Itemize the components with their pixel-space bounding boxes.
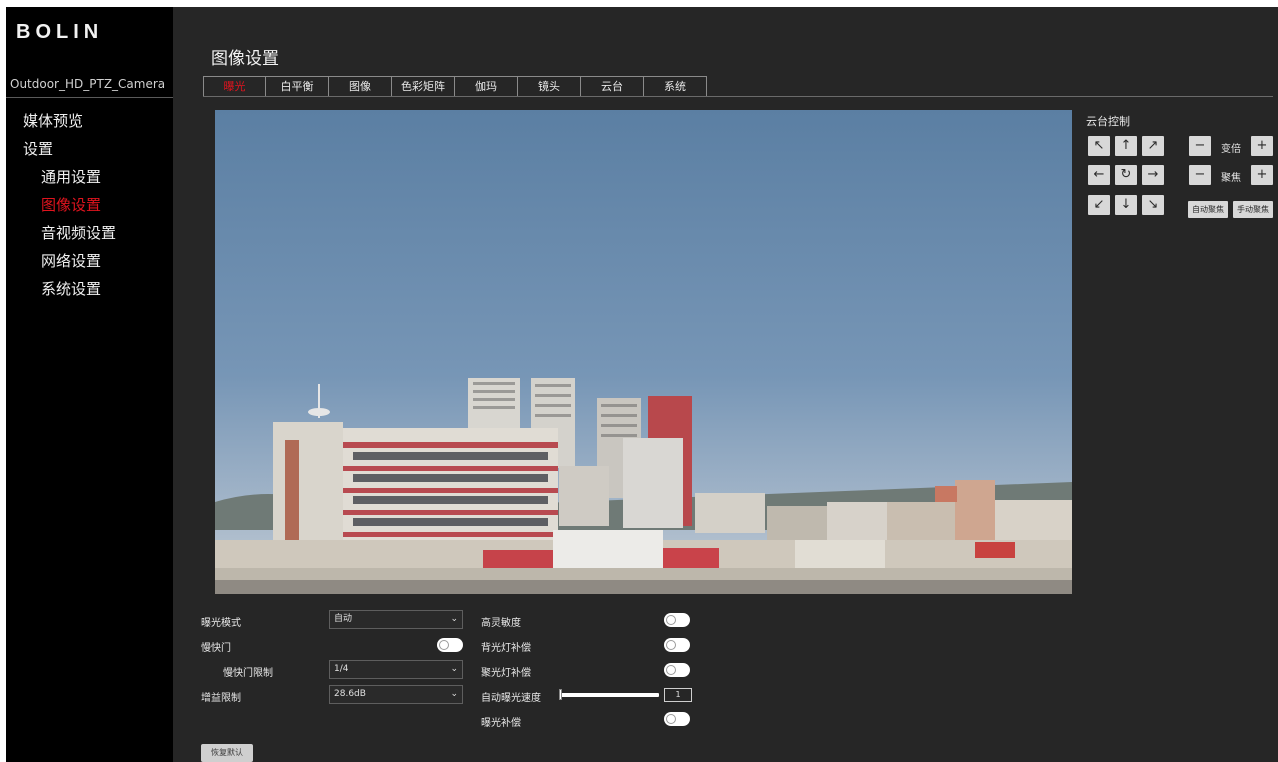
camera-feed-image bbox=[215, 110, 1072, 594]
ae-speed-slider-handle[interactable] bbox=[559, 689, 562, 700]
ptz-down-left-button[interactable]: ↙ bbox=[1088, 195, 1110, 215]
ae-speed-value-box[interactable]: 1 bbox=[664, 688, 692, 702]
exposure-mode-label: 曝光模式 bbox=[201, 618, 241, 629]
exposure-comp-toggle[interactable] bbox=[664, 712, 690, 726]
high-sensitivity-label: 高灵敏度 bbox=[481, 618, 521, 629]
tab-color-matrix[interactable]: 色彩矩阵 bbox=[392, 76, 455, 97]
tab-lens[interactable]: 镜头 bbox=[518, 76, 581, 97]
slow-shutter-toggle[interactable] bbox=[437, 638, 463, 652]
reset-default-button[interactable]: 恢复默认 bbox=[201, 744, 253, 762]
tab-gamma[interactable]: 伽玛 bbox=[455, 76, 518, 97]
zoom-out-button[interactable]: − bbox=[1189, 136, 1211, 156]
sidebar-item-av-settings[interactable]: 音视频设置 bbox=[6, 219, 173, 247]
toggle-knob bbox=[666, 615, 676, 625]
device-name: Outdoor_HD_PTZ_Camera bbox=[10, 77, 166, 91]
toggle-knob bbox=[666, 714, 676, 724]
toggle-knob bbox=[439, 640, 449, 650]
ae-speed-slider[interactable] bbox=[561, 693, 659, 697]
main-panel: 图像设置 曝光 白平衡 图像 色彩矩阵 伽玛 镜头 云台 系统 云台控制 ↖ ↑… bbox=[173, 7, 1278, 762]
ptz-down-right-button[interactable]: ↘ bbox=[1142, 195, 1164, 215]
focus-plus-button[interactable]: + bbox=[1251, 165, 1273, 185]
spotlight-comp-label: 聚光灯补偿 bbox=[481, 668, 531, 679]
ptz-left-button[interactable]: ← bbox=[1088, 165, 1110, 185]
ptz-right-button[interactable]: → bbox=[1142, 165, 1164, 185]
manual-focus-button[interactable]: 手动聚焦 bbox=[1233, 201, 1273, 218]
sidebar-nav: 媒体预览 设置 通用设置 图像设置 音视频设置 网络设置 系统设置 bbox=[6, 107, 173, 303]
tab-white-balance[interactable]: 白平衡 bbox=[266, 76, 329, 97]
tab-divider bbox=[203, 96, 1273, 97]
tab-exposure[interactable]: 曝光 bbox=[203, 76, 266, 97]
exposure-mode-select[interactable]: 自动 ⌄ bbox=[329, 610, 463, 629]
toggle-knob bbox=[666, 640, 676, 650]
focus-minus-button[interactable]: − bbox=[1189, 165, 1211, 185]
chevron-down-icon: ⌄ bbox=[450, 614, 458, 624]
ptz-up-left-button[interactable]: ↖ bbox=[1088, 136, 1110, 156]
video-preview[interactable] bbox=[215, 110, 1072, 594]
backlight-comp-label: 背光灯补偿 bbox=[481, 643, 531, 654]
spotlight-comp-toggle[interactable] bbox=[664, 663, 690, 677]
ptz-home-button[interactable]: ↻ bbox=[1115, 165, 1137, 185]
slow-shutter-limit-select[interactable]: 1/4 ⌄ bbox=[329, 660, 463, 679]
ptz-up-button[interactable]: ↑ bbox=[1115, 136, 1137, 156]
ptz-up-right-button[interactable]: ↗ bbox=[1142, 136, 1164, 156]
tab-bar: 曝光 白平衡 图像 色彩矩阵 伽玛 镜头 云台 系统 bbox=[203, 76, 707, 97]
backlight-comp-toggle[interactable] bbox=[664, 638, 690, 652]
sidebar-item-network-settings[interactable]: 网络设置 bbox=[6, 247, 173, 275]
sidebar-item-general-settings[interactable]: 通用设置 bbox=[6, 163, 173, 191]
exposure-comp-label: 曝光补偿 bbox=[481, 718, 521, 729]
sidebar-item-image-settings[interactable]: 图像设置 bbox=[6, 191, 173, 219]
sidebar-item-system-settings[interactable]: 系统设置 bbox=[6, 275, 173, 303]
page-title: 图像设置 bbox=[211, 49, 279, 69]
divider bbox=[6, 97, 173, 98]
sidebar: BOLIN Outdoor_HD_PTZ_Camera 媒体预览 设置 通用设置… bbox=[6, 7, 173, 762]
exposure-mode-value: 自动 bbox=[334, 614, 353, 624]
chevron-down-icon: ⌄ bbox=[450, 664, 458, 674]
tab-system[interactable]: 系统 bbox=[644, 76, 707, 97]
chevron-down-icon: ⌄ bbox=[450, 689, 458, 699]
slow-shutter-limit-label: 慢快门限制 bbox=[223, 668, 273, 679]
slow-shutter-label: 慢快门 bbox=[201, 643, 231, 654]
zoom-label: 变倍 bbox=[1221, 144, 1241, 155]
tab-ptz[interactable]: 云台 bbox=[581, 76, 644, 97]
ptz-control-title: 云台控制 bbox=[1086, 115, 1130, 128]
brand-logo: BOLIN bbox=[16, 21, 104, 43]
zoom-in-button[interactable]: + bbox=[1251, 136, 1273, 156]
gain-limit-select[interactable]: 28.6dB ⌄ bbox=[329, 685, 463, 704]
high-sensitivity-toggle[interactable] bbox=[664, 613, 690, 627]
gain-limit-label: 增益限制 bbox=[201, 693, 241, 704]
gain-limit-value: 28.6dB bbox=[334, 689, 366, 699]
auto-focus-button[interactable]: 自动聚焦 bbox=[1188, 201, 1228, 218]
toggle-knob bbox=[666, 665, 676, 675]
sidebar-item-media-preview[interactable]: 媒体预览 bbox=[6, 107, 173, 135]
sidebar-item-settings[interactable]: 设置 bbox=[6, 135, 173, 163]
focus-label: 聚焦 bbox=[1221, 173, 1241, 184]
tab-image[interactable]: 图像 bbox=[329, 76, 392, 97]
ptz-down-button[interactable]: ↓ bbox=[1115, 195, 1137, 215]
slow-shutter-limit-value: 1/4 bbox=[334, 664, 349, 674]
ae-speed-label: 自动曝光速度 bbox=[481, 693, 541, 704]
